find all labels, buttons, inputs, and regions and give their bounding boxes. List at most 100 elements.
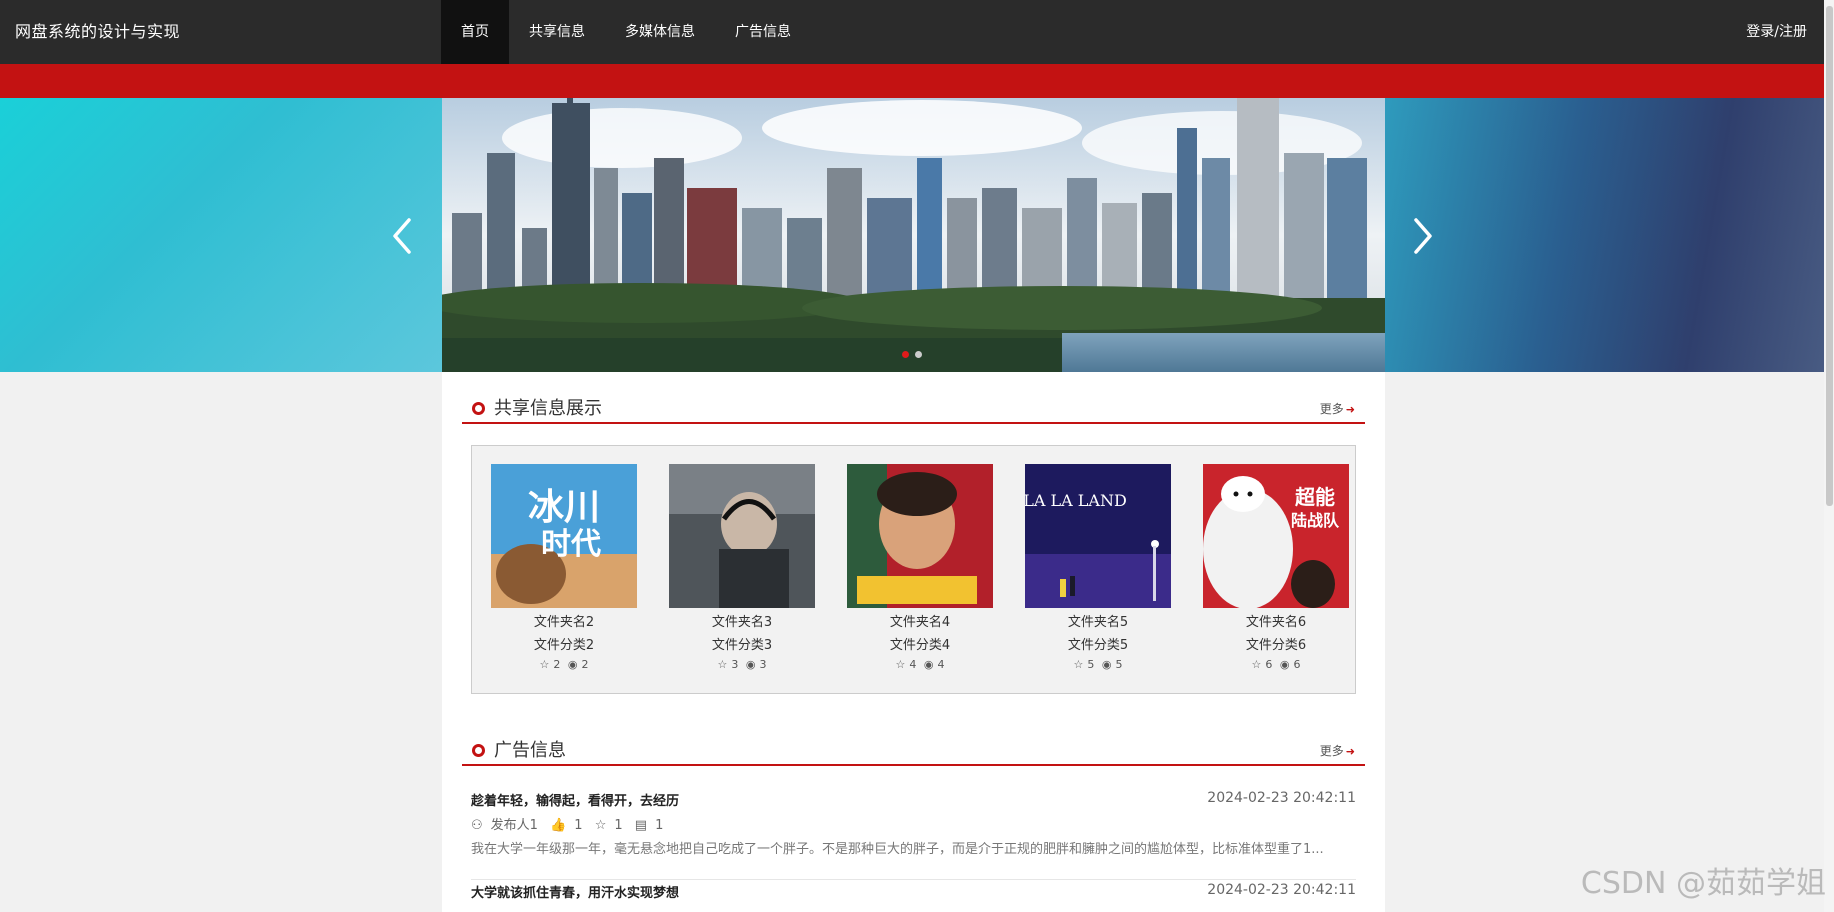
arrow-right-icon: ➜ (1345, 403, 1355, 416)
poster-image[interactable]: 冰川 时代 (491, 464, 637, 608)
more-label: 更多 (1319, 402, 1344, 416)
star-icon: ☆ (895, 658, 906, 671)
ad-list-item[interactable]: 趁着年轻，输得起，看得开，去经历 2024-02-23 20:42:11 ⚇ 发布… (471, 790, 1356, 880)
ad-favorites: 1 (614, 818, 623, 833)
svg-text:陆战队: 陆战队 (1291, 511, 1340, 530)
banner-slide-image[interactable] (442, 98, 1385, 372)
login-register-link[interactable]: 登录/注册 (1746, 0, 1807, 64)
shared-section-title: 共享信息展示 (494, 398, 602, 419)
shared-gallery: 冰川 时代 文件夹名2 文件分类2 ☆ 2 ◉ 2 文件夹名3 文件分类3 ☆ 3 (471, 445, 1356, 694)
next-slide-preview[interactable] (1385, 98, 1834, 372)
ad-author: 发布人1 (490, 818, 538, 833)
poster-image[interactable] (847, 464, 993, 608)
svg-text:超能: 超能 (1294, 485, 1335, 509)
banner-carousel (0, 98, 1834, 372)
thumbs-up-icon: 👍 (550, 818, 567, 833)
card-category: 文件分类2 (533, 638, 595, 653)
card-name: 文件夹名3 (711, 615, 773, 630)
ad-title[interactable]: 趁着年轻，输得起，看得开，去经历 (471, 790, 679, 809)
ad-description: 我在大学一年级那一年，毫无悬念地把自己吃成了一个胖子。不是那种巨大的胖子，而是介… (471, 842, 1324, 857)
view-count: 2 (581, 658, 589, 671)
shared-card[interactable]: 文件夹名4 文件分类4 ☆ 4 ◉ 4 (847, 464, 993, 672)
eye-icon: ◉ (567, 658, 578, 671)
shared-card[interactable]: 超能 陆战队 文件夹名6 文件分类6 ☆ 6 ◉ 6 (1203, 464, 1349, 672)
eye-icon: ◉ (1279, 658, 1290, 671)
card-name: 文件夹名2 (533, 615, 595, 630)
ad-list-item[interactable]: 大学就该抓住青春，用汗水实现梦想 2024-02-23 20:42:11 (471, 882, 1356, 912)
page-scrollbar[interactable] (1824, 0, 1834, 912)
svg-text:时代: 时代 (541, 527, 601, 562)
card-name: 文件夹名4 (889, 615, 951, 630)
card-stats: ☆ 5 ◉ 5 (1025, 658, 1171, 672)
card-name: 文件夹名6 (1245, 615, 1307, 630)
shared-card[interactable]: 文件夹名3 文件分类3 ☆ 3 ◉ 3 (669, 464, 815, 672)
comment-icon: ▤ (634, 818, 648, 833)
eye-icon: ◉ (1101, 658, 1112, 671)
card-category: 文件分类5 (1067, 638, 1129, 653)
view-count: 5 (1115, 658, 1123, 671)
chevron-right-icon[interactable] (1408, 216, 1438, 256)
star-icon: ☆ (1251, 658, 1262, 671)
nav-home[interactable]: 首页 (441, 0, 509, 64)
chevron-left-icon[interactable] (387, 216, 417, 256)
carousel-dot-1[interactable] (902, 351, 909, 358)
star-icon: ☆ (539, 658, 550, 671)
card-stats: ☆ 3 ◉ 3 (669, 658, 815, 672)
ads-section-title: 广告信息 (494, 740, 566, 761)
card-category: 文件分类6 (1245, 638, 1307, 653)
card-category: 文件分类4 (889, 638, 951, 653)
view-count: 6 (1293, 658, 1301, 671)
like-count: 5 (1087, 658, 1095, 671)
star-icon: ☆ (717, 658, 728, 671)
scrollbar-thumb[interactable] (1826, 6, 1833, 506)
poster-image[interactable] (669, 464, 815, 608)
ad-meta: ⚇ 发布人1 👍 1 ☆ 1 ▤ 1 (471, 814, 671, 833)
card-category: 文件分类3 (711, 638, 773, 653)
red-accent-band (0, 64, 1834, 98)
star-icon: ☆ (594, 818, 607, 833)
shared-section-header: 共享信息展示 更多 ➜ (462, 390, 1365, 424)
ad-title[interactable]: 大学就该抓住青春，用汗水实现梦想 (471, 882, 679, 901)
arrow-right-icon: ➜ (1345, 745, 1355, 758)
eye-icon: ◉ (923, 658, 934, 671)
carousel-dot-2[interactable] (915, 351, 922, 358)
main-content: 共享信息展示 更多 ➜ 冰川 时代 文件夹名2 文件分类2 ☆ 2 ◉ 2 文件… (442, 372, 1385, 912)
circle-bullet-icon (472, 744, 485, 757)
card-name: 文件夹名5 (1067, 615, 1129, 630)
user-icon: ⚇ (471, 818, 483, 833)
top-navbar: 网盘系统的设计与实现 首页 共享信息 多媒体信息 广告信息 登录/注册 (0, 0, 1834, 64)
prev-slide-preview[interactable] (0, 98, 442, 372)
ads-more-link[interactable]: 更多 ➜ (1320, 742, 1355, 759)
nav-shared[interactable]: 共享信息 (509, 0, 605, 64)
like-count: 3 (731, 658, 739, 671)
svg-text:LA LA LAND: LA LA LAND (1025, 491, 1127, 510)
more-label: 更多 (1319, 744, 1344, 758)
shared-card[interactable]: LA LA LAND 文件夹名5 文件分类5 ☆ 5 ◉ 5 (1025, 464, 1171, 672)
carousel-indicators (902, 351, 922, 358)
like-count: 4 (909, 658, 917, 671)
shared-more-link[interactable]: 更多 ➜ (1320, 400, 1355, 417)
view-count: 3 (759, 658, 767, 671)
eye-icon: ◉ (745, 658, 756, 671)
card-stats: ☆ 2 ◉ 2 (491, 658, 637, 672)
card-stats: ☆ 4 ◉ 4 (847, 658, 993, 672)
poster-image[interactable]: LA LA LAND (1025, 464, 1171, 608)
site-title[interactable]: 网盘系统的设计与实现 (15, 0, 180, 64)
main-nav: 首页 共享信息 多媒体信息 广告信息 (441, 0, 811, 64)
ads-section-header: 广告信息 更多 ➜ (462, 732, 1365, 766)
nav-multimedia[interactable]: 多媒体信息 (605, 0, 715, 64)
nav-ads[interactable]: 广告信息 (715, 0, 811, 64)
ad-likes: 1 (574, 818, 583, 833)
like-count: 6 (1265, 658, 1273, 671)
circle-bullet-icon (472, 402, 485, 415)
poster-image[interactable]: 超能 陆战队 (1203, 464, 1349, 608)
ad-time: 2024-02-23 20:42:11 (1207, 790, 1356, 806)
ad-comments: 1 (655, 818, 664, 833)
like-count: 2 (553, 658, 561, 671)
card-stats: ☆ 6 ◉ 6 (1203, 658, 1349, 672)
star-icon: ☆ (1073, 658, 1084, 671)
view-count: 4 (937, 658, 945, 671)
svg-text:冰川: 冰川 (528, 487, 600, 528)
watermark-text: CSDN @茹茹学姐 (1580, 866, 1826, 901)
shared-card[interactable]: 冰川 时代 文件夹名2 文件分类2 ☆ 2 ◉ 2 (491, 464, 637, 672)
